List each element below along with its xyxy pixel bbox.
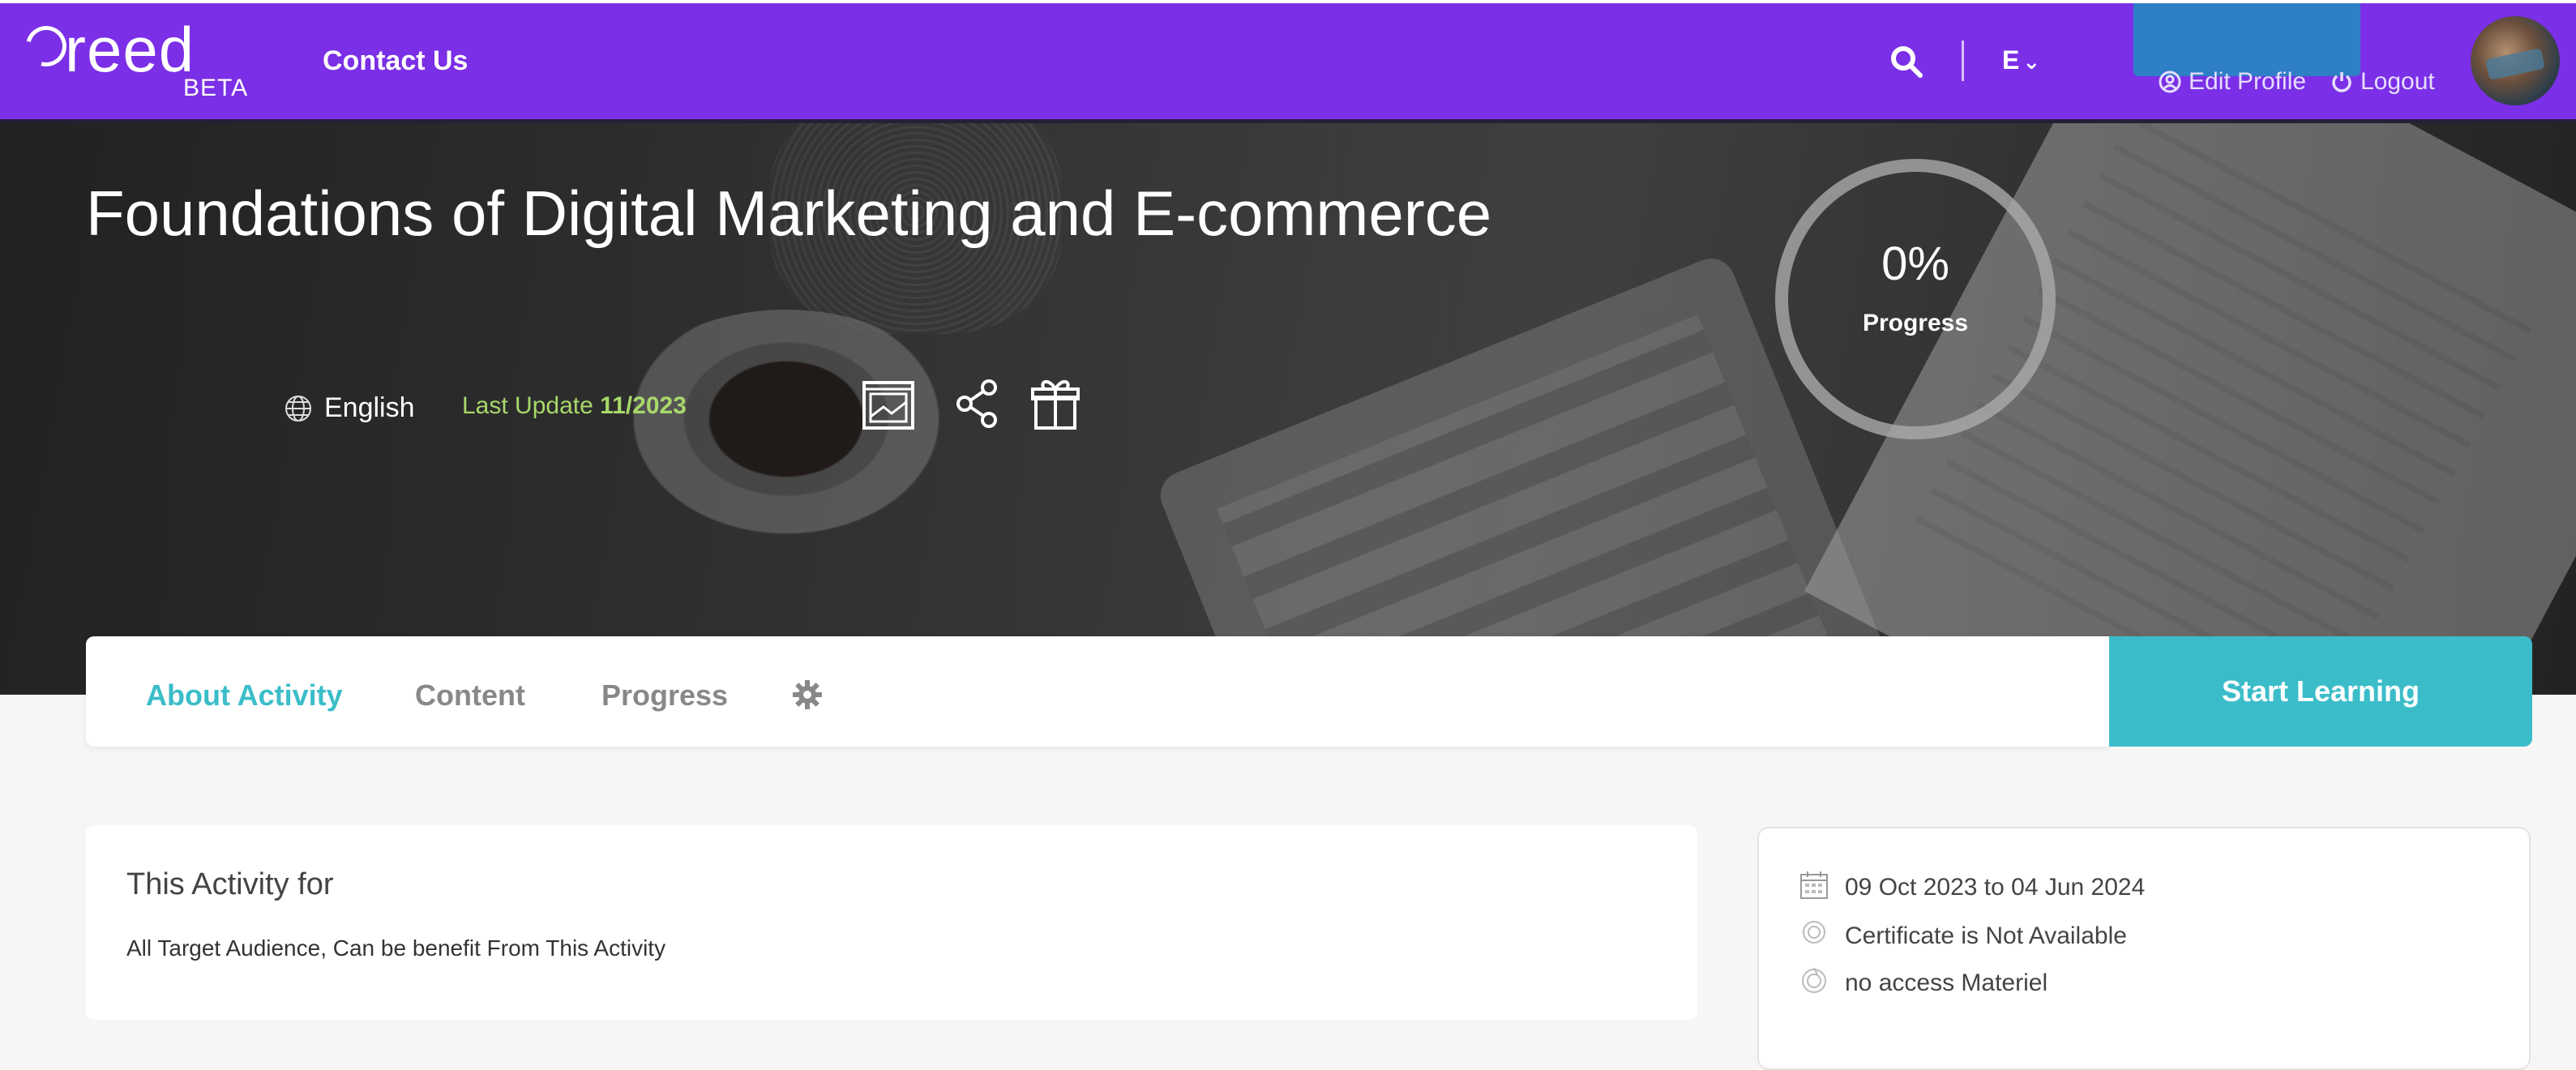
certificate-row: Certificate is Not Available bbox=[1798, 918, 2127, 950]
gear-icon[interactable] bbox=[791, 678, 824, 711]
last-update: Last Update 11/2023 bbox=[462, 392, 687, 420]
language-code: E bbox=[2002, 45, 2020, 75]
certificate-icon bbox=[1803, 921, 1825, 944]
certificate-status: Certificate is Not Available bbox=[1845, 922, 2127, 949]
logout-label: Logout bbox=[2360, 68, 2435, 95]
contact-us-link[interactable]: Contact Us bbox=[323, 45, 468, 77]
date-range-row: 09 Oct 2023 to 04 Jun 2024 bbox=[1798, 869, 2145, 901]
globe-icon bbox=[285, 396, 311, 422]
search-icon[interactable] bbox=[1889, 44, 1924, 79]
user-circle-icon bbox=[2159, 71, 2181, 93]
calendar-icon bbox=[1800, 871, 1828, 899]
edit-profile-link[interactable]: Edit Profile bbox=[2158, 68, 2306, 96]
logo[interactable]: reed BETA bbox=[18, 14, 247, 107]
edit-profile-label: Edit Profile bbox=[2189, 68, 2307, 95]
tab-progress[interactable]: Progress bbox=[601, 678, 728, 713]
progress-value: 0% bbox=[1881, 238, 1949, 290]
progress-ring bbox=[1775, 159, 2056, 439]
logo-word: reed bbox=[65, 14, 195, 85]
logout-link[interactable]: Logout bbox=[2330, 68, 2435, 96]
material-row: no access Materiel bbox=[1798, 965, 2048, 997]
blue-tab bbox=[2133, 3, 2360, 76]
gift-icon[interactable] bbox=[1026, 374, 1085, 433]
beta-badge: BETA bbox=[183, 75, 249, 101]
course-title: Foundations of Digital Marketing and E-c… bbox=[86, 178, 1492, 249]
tab-about-activity[interactable]: About Activity bbox=[146, 678, 343, 713]
course-language: English bbox=[284, 392, 415, 424]
start-learning-button[interactable]: Start Learning bbox=[2109, 636, 2532, 747]
navbar: reed BETA Contact Us E ⌄ Edit Profile Log… bbox=[0, 3, 2576, 123]
about-title: This Activity for bbox=[126, 867, 334, 901]
material-status: no access Materiel bbox=[1845, 969, 2048, 996]
image-gallery-icon[interactable] bbox=[859, 374, 918, 433]
nav-divider bbox=[1962, 41, 1964, 81]
material-icon bbox=[1802, 967, 1826, 993]
avatar[interactable] bbox=[2471, 16, 2560, 105]
share-icon[interactable] bbox=[948, 374, 1007, 433]
activity-tabs: About Activity Content Progress bbox=[86, 636, 2111, 747]
about-text: All Target Audience, Can be benefit From… bbox=[126, 935, 666, 961]
chevron-down-icon: ⌄ bbox=[2022, 49, 2041, 74]
progress-label: Progress bbox=[1862, 310, 1969, 336]
last-update-value: 11/2023 bbox=[600, 392, 687, 419]
language-label: English bbox=[324, 392, 415, 423]
info-card: 09 Oct 2023 to 04 Jun 2024 Certificate i… bbox=[1757, 827, 2531, 1070]
language-dropdown[interactable]: E ⌄ bbox=[2002, 45, 2040, 75]
date-range: 09 Oct 2023 to 04 Jun 2024 bbox=[1845, 874, 2146, 901]
last-update-label: Last Update bbox=[462, 392, 593, 419]
tab-content[interactable]: Content bbox=[415, 678, 525, 713]
power-icon bbox=[2332, 72, 2351, 92]
about-card: This Activity for All Target Audience, C… bbox=[86, 825, 1697, 1020]
